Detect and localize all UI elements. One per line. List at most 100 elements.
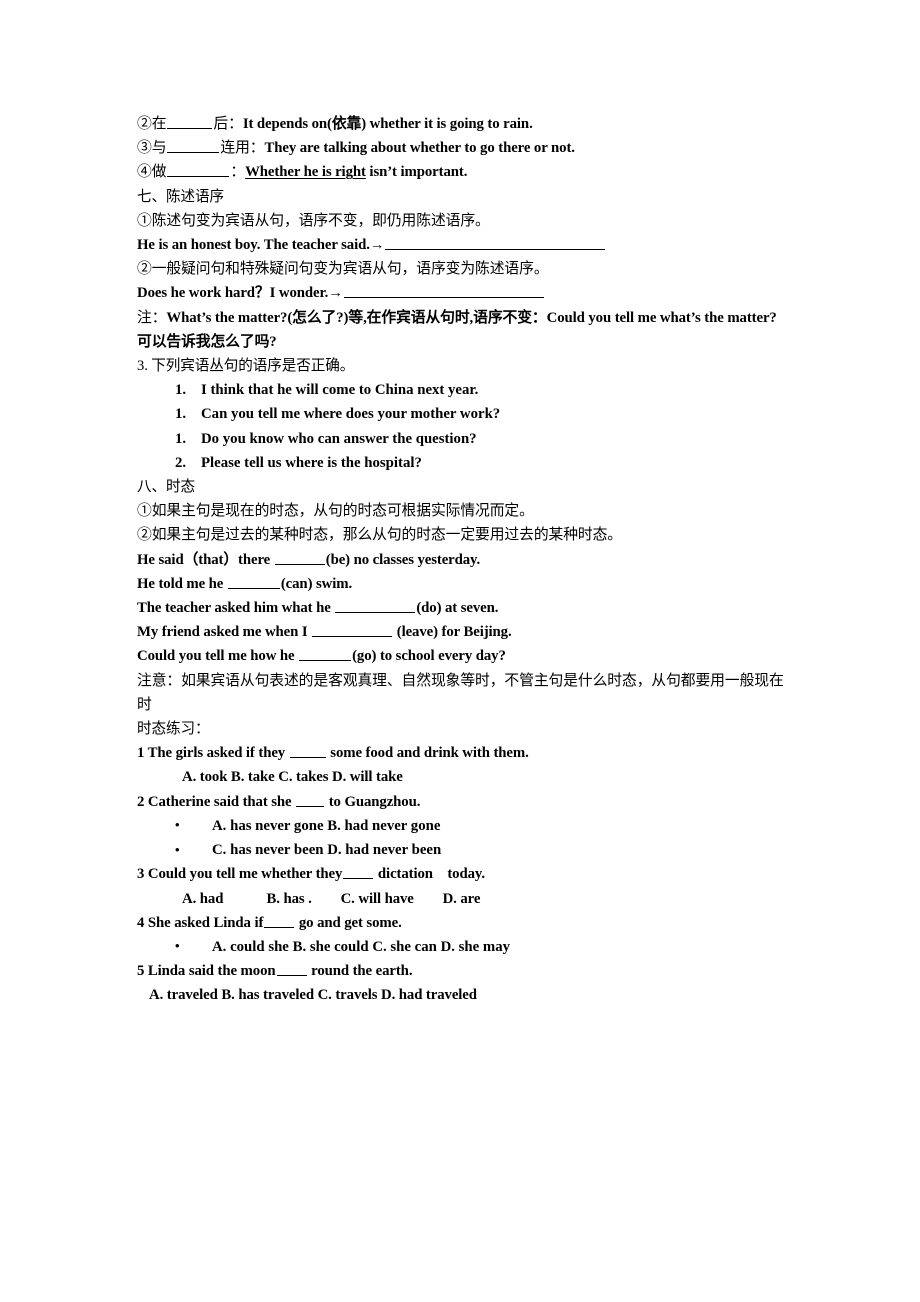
whether-usage-2-cn-prefix: ②在 xyxy=(137,116,167,132)
practice-q4-stem-after: go and get some. xyxy=(295,914,402,931)
list-item: 1. Can you tell me where does your mother… xyxy=(137,402,787,426)
list-item-marker: 1. xyxy=(175,430,187,447)
section8-fill-3-after: (do) at seven. xyxy=(416,600,499,617)
section7-example-2-text: Does he work hard？I wonder. xyxy=(137,285,329,302)
practice-q3-stem-before: 3 Could you tell me whether they xyxy=(137,866,343,883)
section8-fill-5-before: Could you tell me how he xyxy=(137,648,299,665)
section7-example-1-answer-blank xyxy=(385,235,606,251)
practice-q2-options-row-1: • A. has never gone B. had never gone xyxy=(137,814,787,838)
whether-usage-4-cn-mid: ： xyxy=(230,164,246,181)
practice-q4-options-1-text: A. could she B. she could C. she can D. … xyxy=(212,938,511,955)
practice-q2-stem-after: to Guangzhou. xyxy=(325,793,421,810)
section7-example-1-line: He is an honest boy. The teacher said.→ xyxy=(137,233,787,257)
practice-q3-blank xyxy=(343,864,374,880)
section8-fill-5-blank xyxy=(299,647,352,662)
practice-q3-options: A. had B. has . C. will have D. are xyxy=(182,890,481,907)
section8-fill-sentence-2: He told me he (can) swim. xyxy=(137,572,787,596)
section8-fill-2-after: (can) swim. xyxy=(280,575,353,592)
practice-q1-options: A. took B. take C. takes D. will take xyxy=(182,769,403,786)
section7-example-2-line: Does he work hard？I wonder.→ xyxy=(137,281,787,305)
practice-q4-blank xyxy=(264,913,295,928)
document-page: ②在 后：It depends on(依靠) whether it is goin… xyxy=(0,0,920,1302)
whether-usage-line-2: ②在 后：It depends on(依靠) whether it is goin… xyxy=(137,112,787,136)
practice-q5-blank xyxy=(276,961,307,977)
section8-caution-text: 如果宾语从句表述的是客观真理、自然现象等时，不管主句是什么时态，从句都要用一般现… xyxy=(137,672,784,713)
section8-rule-2: ②如果主句是过去的某种时态，那么从句的时态一定要用过去的某种时态。 xyxy=(137,527,623,544)
section7-exercise-heading: 3. 下列宾语丛句的语序是否正确。 xyxy=(137,358,355,375)
practice-q5-stem: 5 Linda said the moon round the earth. xyxy=(137,959,787,983)
practice-q2-stem: 2 Catherine said that she to Guangzhou. xyxy=(137,790,787,814)
section7-heading: 七、陈述语序 xyxy=(137,188,224,205)
list-item-marker: 1. xyxy=(175,406,187,423)
section8-practice-heading: 时态练习： xyxy=(137,721,210,738)
section8-fill-4-before: My friend asked me when I xyxy=(137,624,312,641)
practice-q2-stem-before: 2 Catherine said that she xyxy=(137,793,296,810)
section8-fill-3-blank xyxy=(335,598,416,614)
list-item-text: Please tell us where is the hospital? xyxy=(201,454,422,471)
section7-example-2-answer-blank xyxy=(343,284,544,299)
whether-usage-line-4: ④做 ：Whether he is right isn’t important. xyxy=(137,160,787,184)
section7-note: 注：What’s the matter?(怎么了?)等,在作宾语从句时,语序不变… xyxy=(137,306,787,354)
section7-note-text: What’s the matter?(怎么了?)等,在作宾语从句时,语序不变：C… xyxy=(137,309,784,350)
list-item-marker: 1. xyxy=(175,382,187,399)
bullet-icon: • xyxy=(175,817,180,833)
section8-fill-4-after: (leave) for Beijing. xyxy=(393,624,512,641)
practice-q5-stem-before: 5 Linda said the moon xyxy=(137,963,276,980)
section8-fill-sentence-5: Could you tell me how he (go) to school … xyxy=(137,644,787,668)
practice-q3-stem-after: dictation today. xyxy=(374,866,485,883)
section7-example-1-text: He is an honest boy. The teacher said. xyxy=(137,237,370,254)
whether-usage-2-cn-mid: 后： xyxy=(213,116,243,132)
section8-heading: 八、时态 xyxy=(137,479,195,496)
practice-q1-stem-before: 1 The girls asked if they xyxy=(137,745,289,762)
section8-fill-2-blank xyxy=(227,574,280,589)
whether-usage-4-en-rest: isn’t important. xyxy=(365,164,468,181)
practice-q2-options-1-text: A. has never gone B. had never gone xyxy=(212,817,441,834)
section8-fill-1-blank xyxy=(274,550,325,565)
practice-q4-options-row-1: • A. could she B. she could C. she can D.… xyxy=(137,935,787,959)
section8-fill-sentence-3: The teacher asked him what he (do) at se… xyxy=(137,596,787,620)
practice-q2-options-row-2: • C. has never been D. had never been xyxy=(137,838,787,862)
bullet-icon: • xyxy=(175,938,180,954)
whether-usage-3-en: They are talking about whether to go the… xyxy=(264,140,575,157)
whether-usage-2-blank xyxy=(167,114,213,129)
practice-q2-options-2-text: C. has never been D. had never been xyxy=(212,842,442,859)
practice-q3-stem: 3 Could you tell me whether they dictati… xyxy=(137,862,787,886)
practice-q4-stem: 4 She asked Linda if go and get some. xyxy=(137,911,787,935)
arrow-icon: → xyxy=(328,285,343,302)
whether-usage-3-cn-mid: 连用： xyxy=(220,140,265,157)
whether-usage-4-underlined-clause: Whether he is right xyxy=(245,164,366,181)
section8-fill-sentence-1: He said（that）there (be) no classes yeste… xyxy=(137,548,787,572)
section8-fill-1-before: He said（that）there xyxy=(137,551,274,568)
section8-caution-label: 注意： xyxy=(137,672,182,689)
practice-q1-blank xyxy=(289,743,326,759)
list-item-marker: 2. xyxy=(175,454,187,471)
practice-q1-stem-after: some food and drink with them. xyxy=(326,745,529,762)
section8-fill-4-blank xyxy=(312,622,393,638)
practice-q4-stem-before: 4 She asked Linda if xyxy=(137,914,264,931)
list-item-text: Do you know who can answer the question? xyxy=(201,430,477,447)
section8-fill-1-after: (be) no classes yesterday. xyxy=(325,551,481,568)
section8-fill-3-before: The teacher asked him what he xyxy=(137,600,335,617)
list-item: 2. Please tell us where is the hospital? xyxy=(137,451,787,475)
section7-rule-2: ②一般疑问句和特殊疑问句变为宾语从句，语序变为陈述语序。 xyxy=(137,261,549,278)
section8-fill-2-before: He told me he xyxy=(137,575,227,592)
bullet-icon: • xyxy=(175,841,180,857)
whether-usage-4-cn-prefix: ④做 xyxy=(137,164,167,181)
list-item: 1. I think that he will come to China nex… xyxy=(137,378,787,402)
whether-usage-3-blank xyxy=(167,138,220,154)
list-item-text: I think that he will come to China next … xyxy=(201,382,479,399)
practice-q2-blank xyxy=(296,792,325,807)
whether-usage-line-3: ③与 连用：They are talking about whether to g… xyxy=(137,136,787,160)
section7-note-label: 注： xyxy=(137,309,167,326)
section7-rule-1: ①陈述句变为宾语从句，语序不变，即仍用陈述语序。 xyxy=(137,212,490,229)
whether-usage-4-blank xyxy=(167,163,230,178)
practice-q5-stem-after: round the earth. xyxy=(307,963,413,980)
list-item: 1. Do you know who can answer the questio… xyxy=(137,427,787,451)
section8-rule-1: ①如果主句是现在的时态，从句的时态可根据实际情况而定。 xyxy=(137,503,534,520)
section7-exercise-list: 1. I think that he will come to China nex… xyxy=(137,378,787,475)
document-body: ②在 后：It depends on(依靠) whether it is goin… xyxy=(137,112,787,1008)
whether-usage-2-en: It depends on(依靠) whether it is going to… xyxy=(242,116,533,132)
arrow-icon: → xyxy=(369,237,385,254)
list-item-text: Can you tell me where does your mother w… xyxy=(201,406,501,423)
practice-q1-stem: 1 The girls asked if they some food and … xyxy=(137,741,787,765)
